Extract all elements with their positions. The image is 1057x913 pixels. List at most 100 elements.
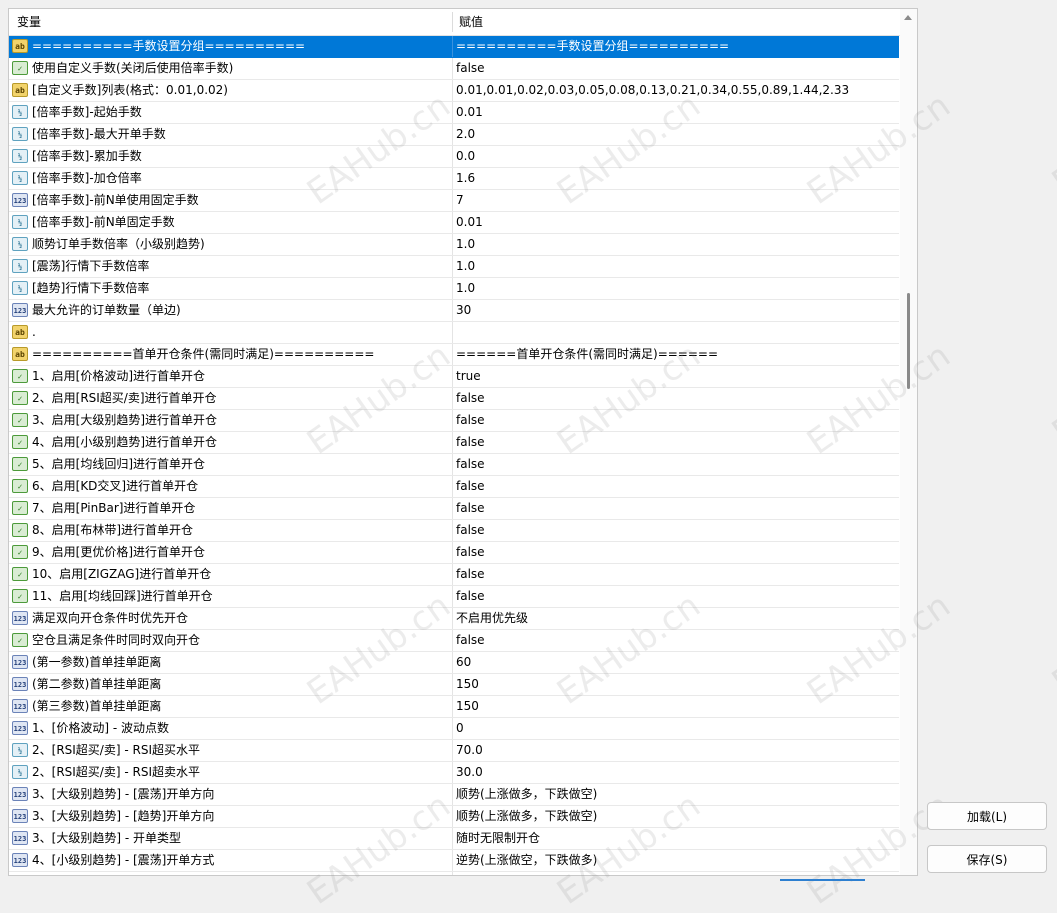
integer-type-icon: 123 (12, 655, 28, 669)
table-row[interactable]: 123 (第一参数)首单挂单距离 60 (9, 652, 899, 674)
boolean-type-icon: ✓ (12, 567, 28, 581)
row-value[interactable]: 1.0 (456, 234, 896, 255)
row-variable: 空仓且满足条件时同时双向开仓 (32, 633, 201, 647)
table-row[interactable]: ½ 2、[RSI超买/卖] - RSI超卖水平 30.0 (9, 762, 899, 784)
table-row[interactable]: ½ [震荡]行情下手数倍率 1.0 (9, 256, 899, 278)
table-row[interactable]: 123 4、[小级别趋势] - [震荡]开单方式 逆势(上涨做空，下跌做多) (9, 850, 899, 872)
table-row[interactable]: 123 1、[价格波动] - 波动点数 0 (9, 718, 899, 740)
scroll-up-icon[interactable] (904, 15, 912, 20)
table-row[interactable]: ½ [倍率手数]-起始手数 0.01 (9, 102, 899, 124)
row-value[interactable]: 150 (456, 674, 896, 695)
row-value[interactable]: 7 (456, 190, 896, 211)
table-row[interactable]: ½ [倍率手数]-最大开单手数 2.0 (9, 124, 899, 146)
row-value[interactable]: false (456, 630, 896, 651)
row-value[interactable]: 70.0 (456, 740, 896, 761)
row-value[interactable]: true (456, 366, 896, 387)
row-value[interactable]: false (456, 498, 896, 519)
row-value[interactable]: 30.0 (456, 762, 896, 783)
row-value[interactable]: 0.01 (456, 212, 896, 233)
row-value[interactable]: 1.0 (456, 256, 896, 277)
table-row[interactable]: ½ [倍率手数]-前N单固定手数 0.01 (9, 212, 899, 234)
table-row[interactable]: 123 3、[大级别趋势] - 开单类型 随时无限制开仓 (9, 828, 899, 850)
table-row[interactable]: ✓ 11、启用[均线回踩]进行首单开仓 false (9, 586, 899, 608)
row-value[interactable]: false (456, 564, 896, 585)
row-variable: [倍率手数]-加仓倍率 (32, 171, 142, 185)
row-value[interactable]: 1.0 (456, 278, 896, 299)
table-row[interactable]: ✓ 10、启用[ZIGZAG]进行首单开仓 false (9, 564, 899, 586)
table-row[interactable]: ✓ 6、启用[KD交叉]进行首单开仓 false (9, 476, 899, 498)
table-row[interactable]: ✓ 9、启用[更优价格]进行首单开仓 false (9, 542, 899, 564)
table-row[interactable]: ab. (9, 322, 899, 344)
integer-type-icon: 123 (12, 193, 28, 207)
save-button[interactable]: 保存(S) (927, 845, 1047, 873)
table-row[interactable]: ab ==========首单开仓条件(需同时满足)========== =====… (9, 344, 899, 366)
table-row[interactable]: ✓ 7、启用[PinBar]进行首单开仓 false (9, 498, 899, 520)
row-value[interactable]: 1.6 (456, 168, 896, 189)
row-value[interactable]: false (456, 388, 896, 409)
table-row[interactable]: ✓ 空仓且满足条件时同时双向开仓 false (9, 630, 899, 652)
row-value[interactable]: 顺势(上涨做多，下跌做空) (456, 784, 896, 805)
row-value[interactable]: 顺势(上涨做多，下跌做空) (456, 806, 896, 827)
table-row[interactable]: ½ 2、[RSI超买/卖] - RSI超买水平 70.0 (9, 740, 899, 762)
table-row[interactable]: ½ 顺势订单手数倍率（小级别趋势) 1.0 (9, 234, 899, 256)
row-value[interactable]: false (456, 542, 896, 563)
load-button[interactable]: 加载(L) (927, 802, 1047, 830)
string-type-icon: ab (12, 39, 28, 53)
column-header-variable[interactable]: 变量 (17, 9, 41, 35)
parameters-panel: 变量 赋值 ab ==========手数设置分组========== ======… (8, 8, 918, 876)
column-divider (452, 740, 453, 761)
table-row[interactable]: ✓ 5、启用[均线回归]进行首单开仓 false (9, 454, 899, 476)
row-value[interactable]: 逆势(上涨做空，下跌做多) (456, 850, 896, 871)
row-value[interactable]: 2.0 (456, 124, 896, 145)
row-value[interactable]: false (456, 586, 896, 607)
row-value[interactable]: false (456, 476, 896, 497)
boolean-type-icon: ✓ (12, 413, 28, 427)
row-value[interactable]: 逆势(上涨做多，下跌做多) (456, 872, 896, 875)
table-row[interactable]: ½ [倍率手数]-累加手数 0.0 (9, 146, 899, 168)
row-value[interactable]: 30 (456, 300, 896, 321)
row-value[interactable]: ======首单开仓条件(需同时满足)====== (456, 344, 896, 365)
row-value[interactable]: false (456, 454, 896, 475)
row-value[interactable]: false (456, 520, 896, 541)
table-row[interactable]: ✓ 3、启用[大级别趋势]进行首单开仓 false (9, 410, 899, 432)
column-divider (452, 498, 453, 519)
table-row[interactable]: ab [自定义手数]列表(格式：0.01,0.02) 0.01,0.01,0.02,… (9, 80, 899, 102)
table-row[interactable]: ½ [倍率手数]-加仓倍率 1.6 (9, 168, 899, 190)
table-row[interactable]: ✓ 4、启用[小级别趋势]进行首单开仓 false (9, 432, 899, 454)
table-row[interactable]: ✓ 8、启用[布林带]进行首单开仓 false (9, 520, 899, 542)
table-row[interactable]: ✓ 2、启用[RSI超买/卖]进行首单开仓 false (9, 388, 899, 410)
vertical-scrollbar[interactable] (900, 9, 917, 875)
row-value[interactable]: 0 (456, 718, 896, 739)
table-row[interactable]: 123 (第二参数)首单挂单距离 150 (9, 674, 899, 696)
row-value[interactable]: 60 (456, 652, 896, 673)
row-value[interactable]: false (456, 432, 896, 453)
table-row[interactable]: 123 4、[小级别趋势] - [趋势]开单方式 逆势(上涨做多，下跌做多) (9, 872, 899, 875)
row-value[interactable]: false (456, 58, 896, 79)
table-row[interactable]: 123 满足双向开仓条件时优先开仓 不启用优先级 (9, 608, 899, 630)
table-row[interactable]: 123 (第三参数)首单挂单距离 150 (9, 696, 899, 718)
table-row[interactable]: 123 最大允许的订单数量（单边) 30 (9, 300, 899, 322)
boolean-type-icon: ✓ (12, 391, 28, 405)
table-row[interactable]: 123 3、[大级别趋势] - [趋势]开单方向 顺势(上涨做多，下跌做空) (9, 806, 899, 828)
table-row[interactable]: 123 3、[大级别趋势] - [震荡]开单方向 顺势(上涨做多，下跌做空) (9, 784, 899, 806)
row-value[interactable]: ==========手数设置分组========== (456, 36, 896, 57)
table-row[interactable]: 123 [倍率手数]-前N单使用固定手数 7 (9, 190, 899, 212)
table-row[interactable]: ✓ 使用自定义手数(关闭后使用倍率手数) false (9, 58, 899, 80)
integer-type-icon: 123 (12, 677, 28, 691)
table-row[interactable]: ✓ 1、启用[价格波动]进行首单开仓 true (9, 366, 899, 388)
row-variable: [倍率手数]-起始手数 (32, 105, 142, 119)
row-value[interactable]: false (456, 410, 896, 431)
row-value[interactable]: 0.01 (456, 102, 896, 123)
row-value[interactable]: 0.0 (456, 146, 896, 167)
column-header-value[interactable]: 赋值 (459, 9, 483, 35)
column-divider (452, 542, 453, 563)
table-row[interactable]: ½ [趋势]行情下手数倍率 1.0 (9, 278, 899, 300)
scrollbar-thumb[interactable] (907, 293, 910, 389)
table-row[interactable]: ab ==========手数设置分组========== ==========手数… (9, 36, 899, 58)
row-value[interactable]: 150 (456, 696, 896, 717)
column-divider (452, 454, 453, 475)
row-value[interactable]: 0.01,0.01,0.02,0.03,0.05,0.08,0.13,0.21,… (456, 80, 896, 101)
row-variable: [震荡]行情下手数倍率 (32, 259, 150, 273)
row-value[interactable]: 随时无限制开仓 (456, 828, 896, 849)
row-value[interactable]: 不启用优先级 (456, 608, 896, 629)
